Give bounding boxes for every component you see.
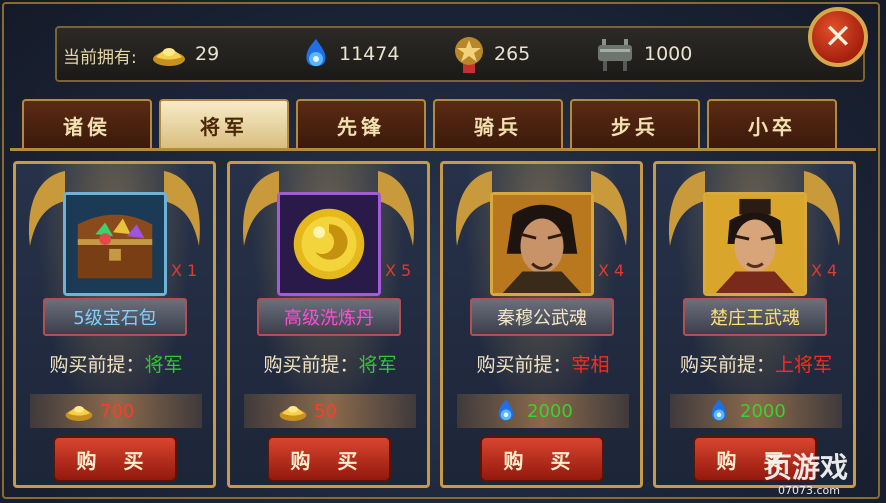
requirement-value: 将军 <box>144 354 183 376</box>
tab-jiangjun[interactable]: 将军 <box>159 99 289 149</box>
blue-soul-orb-icon <box>711 399 727 421</box>
item-name: 秦穆公武魂 <box>497 308 587 329</box>
tab-label: 将军 <box>200 114 248 139</box>
tab-xiaozu[interactable]: 小卒 <box>707 99 837 149</box>
blue-soul-orb-icon <box>498 399 514 421</box>
price-bar: 2000 <box>457 394 629 428</box>
tab-bubing[interactable]: 步兵 <box>570 99 700 149</box>
item-quantity: X 4 <box>811 261 838 280</box>
requirement-label: 购买前提： <box>679 354 775 376</box>
bronze-cauldron-icon <box>598 39 632 71</box>
purchase-requirement: 购买前提：上将军 <box>656 350 856 377</box>
cauldron-count: 1000 <box>644 43 693 65</box>
honor-count: 265 <box>494 43 531 65</box>
price-bar: 50 <box>244 394 416 428</box>
buy-button[interactable]: 购 买 <box>53 436 177 482</box>
price-value: 2000 <box>740 400 786 422</box>
price-value: 2000 <box>527 400 573 422</box>
requirement-value: 宰相 <box>571 354 610 376</box>
requirement-value: 将军 <box>358 354 397 376</box>
requirement-label: 购买前提： <box>49 354 145 376</box>
site-watermark: 页游戏 07073.com <box>720 440 886 503</box>
close-x-icon: ✕ <box>823 17 853 57</box>
item-frame[interactable] <box>490 192 594 296</box>
item-frame[interactable] <box>277 192 381 296</box>
tab-label: 步兵 <box>611 114 659 139</box>
price-value: 50 <box>314 400 337 422</box>
resource-honor: 265 <box>452 36 531 73</box>
owned-label: 当前拥有: <box>63 48 137 68</box>
item-name-plate: 秦穆公武魂 <box>470 298 614 336</box>
item-frame[interactable] <box>63 192 167 296</box>
king-portrait-icon <box>706 195 804 293</box>
tab-label: 骑兵 <box>474 114 522 139</box>
tab-underline <box>10 148 876 151</box>
purchase-requirement: 购买前提：将军 <box>230 350 430 377</box>
item-quantity: X 1 <box>171 261 198 280</box>
watermark-text: 页游戏 <box>764 451 849 484</box>
shop-card: X 4 秦穆公武魂 购买前提：宰相 2000 购 买 <box>440 161 643 488</box>
warrior-portrait-icon <box>493 195 591 293</box>
gold-ingot-icon <box>65 406 93 421</box>
shop-window: 当前拥有: 29 11474 265 1000 ✕ 诸侯 将军 先锋 骑兵 步兵… <box>0 0 886 503</box>
gold-ingot-icon <box>279 406 307 421</box>
shop-card: X 1 5级宝石包 购买前提：将军 700 购 买 <box>13 161 216 488</box>
resource-cauldron: 1000 <box>594 36 692 72</box>
item-name-plate: 5级宝石包 <box>43 298 187 336</box>
requirement-label: 购买前提： <box>476 354 572 376</box>
shop-card: X 5 高级洗炼丹 购买前提：将军 50 购 买 <box>227 161 430 488</box>
purchase-requirement: 购买前提：将军 <box>16 350 216 377</box>
honor-medal-icon <box>455 37 483 73</box>
price-value: 700 <box>100 400 135 422</box>
tab-zhuhou[interactable]: 诸侯 <box>22 99 152 149</box>
close-button[interactable]: ✕ <box>808 7 868 67</box>
item-name-plate: 高级洗炼丹 <box>257 298 401 336</box>
gold-count: 29 <box>195 43 220 65</box>
soul-count: 11474 <box>339 43 400 65</box>
blue-soul-orb-icon <box>306 39 326 67</box>
resource-bar: 当前拥有: 29 11474 265 1000 <box>55 26 865 82</box>
shop-card: X 4 楚庄王武魂 购买前提：上将军 2000 购 买 <box>653 161 856 488</box>
watermark-url: 07073.com <box>778 484 840 497</box>
tab-label: 先锋 <box>337 114 385 139</box>
buy-button[interactable]: 购 买 <box>480 436 604 482</box>
buy-button[interactable]: 购 买 <box>267 436 391 482</box>
tab-label: 小卒 <box>748 114 796 139</box>
item-name: 楚庄王武魂 <box>710 308 800 329</box>
resource-gold: 29 <box>151 36 219 72</box>
treasure-chest-gems-icon <box>66 195 164 293</box>
item-quantity: X 4 <box>598 261 625 280</box>
requirement-label: 购买前提： <box>263 354 359 376</box>
item-frame[interactable] <box>703 192 807 296</box>
item-quantity: X 5 <box>385 261 412 280</box>
gold-ingot-icon <box>153 48 185 66</box>
resource-soul: 11474 <box>301 36 399 72</box>
item-name: 5级宝石包 <box>73 308 157 329</box>
item-name-plate: 楚庄王武魂 <box>683 298 827 336</box>
tab-qibing[interactable]: 骑兵 <box>433 99 563 149</box>
tab-label: 诸侯 <box>63 114 111 139</box>
golden-pill-icon <box>280 195 378 293</box>
item-name: 高级洗炼丹 <box>284 308 374 329</box>
requirement-value: 上将军 <box>775 354 833 376</box>
price-bar: 700 <box>30 394 202 428</box>
purchase-requirement: 购买前提：宰相 <box>443 350 643 377</box>
tab-xianfeng[interactable]: 先锋 <box>296 99 426 149</box>
price-bar: 2000 <box>670 394 842 428</box>
